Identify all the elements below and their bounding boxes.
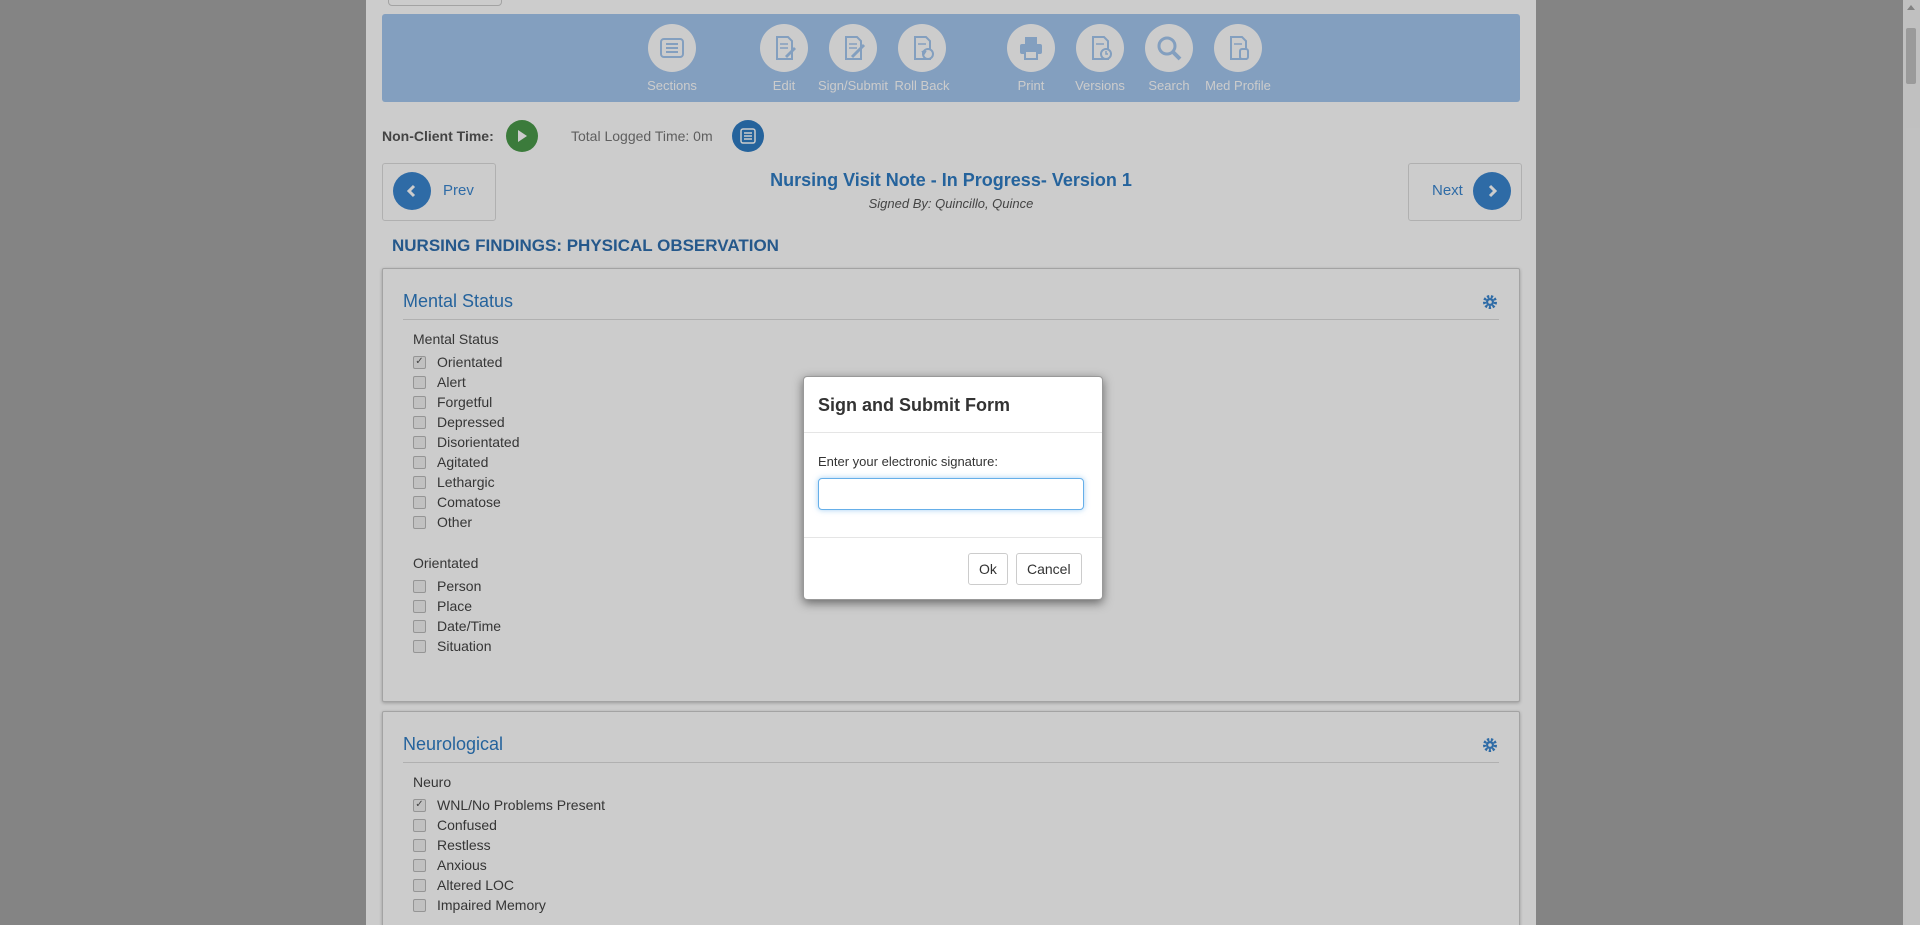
dialog-divider — [804, 537, 1102, 538]
signature-input[interactable] — [818, 478, 1084, 510]
dialog-title: Sign and Submit Form — [818, 395, 1010, 415]
cancel-button[interactable]: Cancel — [1016, 553, 1082, 585]
signature-prompt: Enter your electronic signature: — [818, 454, 998, 469]
sign-submit-dialog: Sign and Submit Form Enter your electron… — [803, 376, 1103, 600]
dialog-divider — [804, 432, 1102, 433]
ok-button[interactable]: Ok — [968, 553, 1008, 585]
